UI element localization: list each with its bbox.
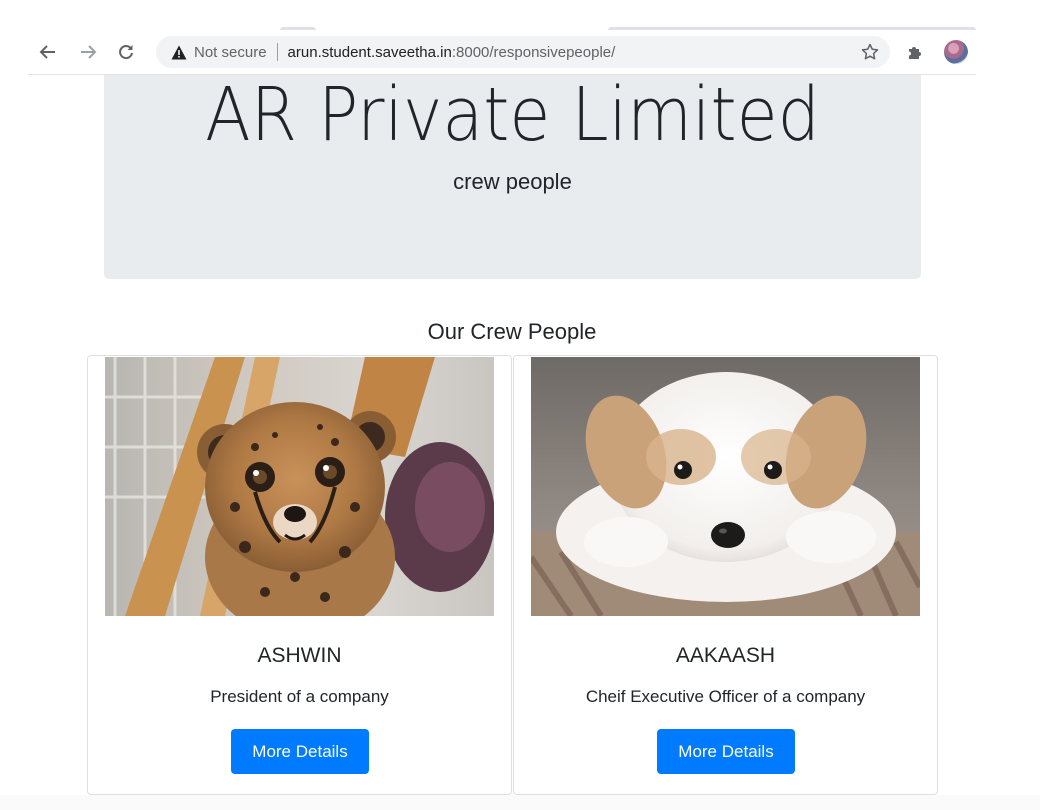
browser-toolbar: Not secure arun.student.saveetha.in:8000…: [28, 30, 976, 75]
address-divider: [276, 43, 278, 61]
security-label[interactable]: Not secure: [194, 44, 267, 61]
profile-avatar[interactable]: [944, 40, 968, 64]
forward-arrow-icon: [81, 45, 97, 59]
cheetah-cub-photo: [105, 357, 494, 616]
bookmark-star-icon[interactable]: [860, 42, 880, 62]
warning-icon[interactable]: [170, 43, 188, 61]
back-button[interactable]: [36, 40, 60, 64]
more-details-button[interactable]: More Details: [657, 729, 795, 774]
card-role: Cheif Executive Officer of a company: [585, 687, 866, 706]
extensions-puzzle-icon[interactable]: [904, 41, 926, 63]
jumbotron: AR Private Limited crew people: [104, 75, 921, 279]
reload-icon: [119, 45, 133, 60]
page-title: AR Private Limited: [205, 72, 820, 158]
back-arrow-icon: [39, 45, 55, 59]
section-heading: Our Crew People: [427, 319, 597, 344]
crew-card: AAKAASH Cheif Executive Officer of a com…: [513, 355, 938, 795]
card-name: ASHWIN: [257, 644, 342, 667]
url-host: arun.student.saveetha.in: [287, 43, 452, 61]
page-subtitle: crew people: [453, 169, 572, 194]
forward-button[interactable]: [76, 40, 100, 64]
address-bar[interactable]: Not secure arun.student.saveetha.in:8000…: [156, 36, 890, 68]
puppy-photo: [531, 357, 920, 616]
crew-card: ASHWIN President of a company More Detai…: [87, 355, 512, 795]
card-name: AAKAASH: [675, 644, 776, 667]
reload-button[interactable]: [114, 40, 138, 64]
more-details-button[interactable]: More Details: [231, 729, 369, 774]
url-path: :8000/responsivepeople/: [451, 43, 616, 61]
url-text[interactable]: arun.student.saveetha.in:8000/responsive…: [288, 44, 616, 61]
page-bottom-edge: [0, 795, 1040, 810]
card-role: President of a company: [210, 687, 389, 706]
